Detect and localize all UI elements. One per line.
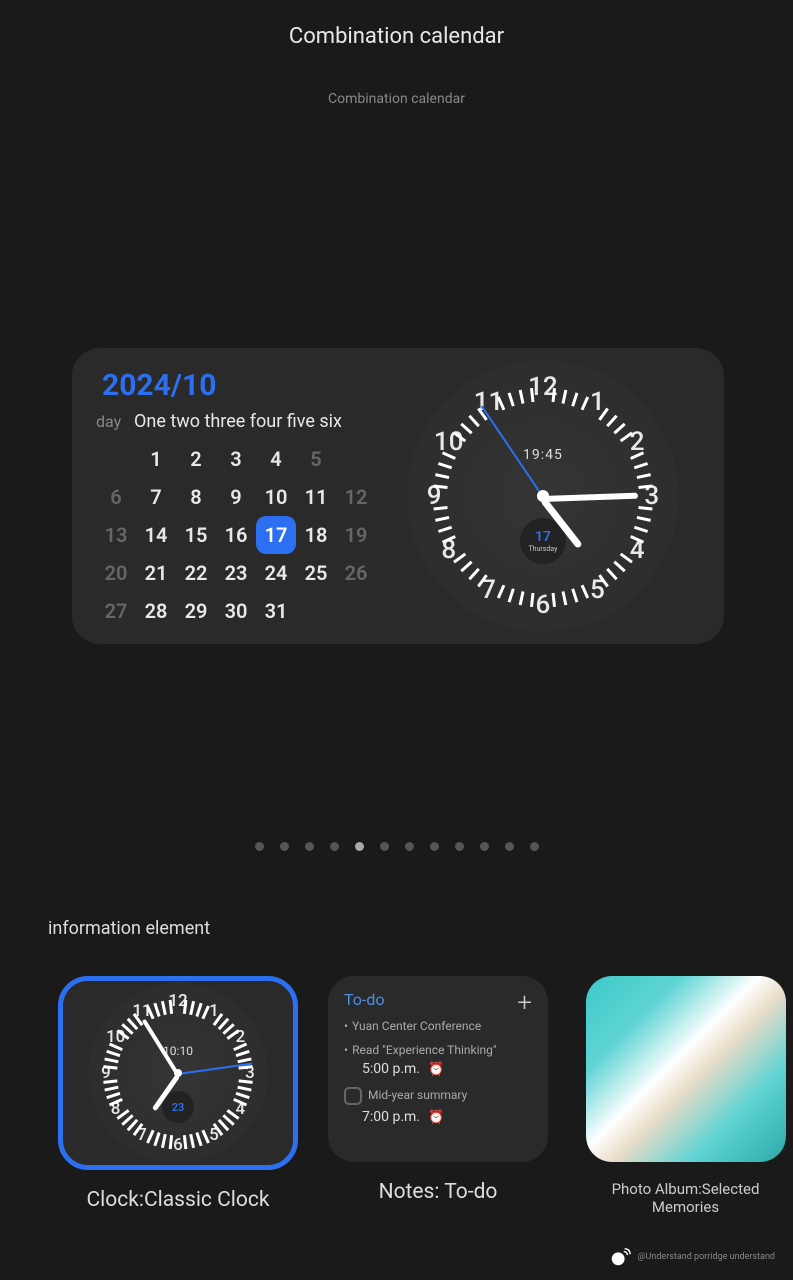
add-icon[interactable]: +	[517, 988, 532, 1018]
calendar-cell[interactable]: 21	[136, 554, 176, 592]
photo-thumb-card[interactable]	[586, 976, 786, 1162]
calendar-cell[interactable]: 12	[336, 478, 376, 516]
calendar-cell[interactable]: 7	[136, 478, 176, 516]
pager-dot[interactable]	[505, 842, 514, 851]
calendar-cell[interactable]: 29	[176, 592, 216, 630]
calendar-cell[interactable]: 17	[256, 516, 296, 554]
todo-item[interactable]: Read "Experience Thinking"	[344, 1043, 532, 1057]
calendar-cell	[96, 440, 136, 478]
notes-thumb-label: Notes: To-do	[379, 1180, 498, 1204]
alarm-icon: ⏰	[428, 1062, 444, 1077]
calendar-cell[interactable]: 14	[136, 516, 176, 554]
day-label: day	[96, 412, 134, 431]
calendar-cell[interactable]: 10	[256, 478, 296, 516]
calendar-grid: 1234567891011121314151617181920212223242…	[96, 440, 386, 630]
todo-time: 5:00 p.m.⏰	[344, 1061, 532, 1077]
calendar-cell[interactable]: 30	[216, 592, 256, 630]
notes-thumb-card[interactable]: To-do + Yuan Center Conference Read "Expe…	[328, 976, 548, 1162]
calendar-cell[interactable]: 16	[216, 516, 256, 554]
clock-thumb-card[interactable]: 10:10 23 123456789101112	[58, 976, 298, 1170]
calendar-cell[interactable]: 28	[136, 592, 176, 630]
calendar-panel: 2024/10 day One two three four five six …	[96, 368, 386, 624]
todo-header: To-do	[344, 990, 532, 1009]
calendar-cell[interactable]: 5	[296, 440, 336, 478]
calendar-cell[interactable]: 4	[256, 440, 296, 478]
calendar-cell	[336, 592, 376, 630]
calendar-cell[interactable]: 31	[256, 592, 296, 630]
calendar-cell[interactable]: 3	[216, 440, 256, 478]
calendar-cell[interactable]: 19	[336, 516, 376, 554]
calendar-cell[interactable]: 25	[296, 554, 336, 592]
pager-dot[interactable]	[430, 842, 439, 851]
todo-list: Yuan Center Conference Read "Experience T…	[344, 1019, 532, 1125]
calendar-cell[interactable]: 18	[296, 516, 336, 554]
pager-dot[interactable]	[330, 842, 339, 851]
calendar-cell[interactable]: 2	[176, 440, 216, 478]
clock-number: 10	[434, 427, 464, 457]
calendar-cell[interactable]: 24	[256, 554, 296, 592]
calendar-cell[interactable]: 26	[336, 554, 376, 592]
calendar-cell[interactable]: 8	[176, 478, 216, 516]
notes-widget-thumb[interactable]: To-do + Yuan Center Conference Read "Expe…	[328, 976, 548, 1216]
widget-thumbnails-row: 10:10 23 123456789101112 Clock:Classic C…	[58, 976, 793, 1216]
pager-dot[interactable]	[255, 842, 264, 851]
calendar-cell[interactable]: 11	[296, 478, 336, 516]
calendar-cell	[336, 440, 376, 478]
calendar-cell[interactable]: 6	[96, 478, 136, 516]
calendar-cell[interactable]: 20	[96, 554, 136, 592]
pager-dot[interactable]	[405, 842, 414, 851]
calendar-cell[interactable]: 23	[216, 554, 256, 592]
pager-dot[interactable]	[380, 842, 389, 851]
photo-widget-thumb[interactable]: Photo Album:Selected Memories	[578, 976, 793, 1216]
pager-dot[interactable]	[305, 842, 314, 851]
pager-dot[interactable]	[480, 842, 489, 851]
alarm-icon: ⏰	[428, 1110, 444, 1125]
calendar-cell[interactable]: 9	[216, 478, 256, 516]
weibo-icon	[609, 1246, 631, 1268]
calendar-cell	[296, 592, 336, 630]
todo-time: 7:00 p.m.⏰	[344, 1109, 532, 1125]
photo-thumb-label: Photo Album:Selected Memories	[578, 1180, 793, 1216]
todo-item[interactable]: Yuan Center Conference	[344, 1019, 532, 1033]
mini-analog-clock: 10:10 23 123456789101112	[88, 983, 268, 1163]
page-subtitle: Combination calendar	[0, 91, 793, 107]
calendar-cell[interactable]: 13	[96, 516, 136, 554]
calendar-cell[interactable]: 15	[176, 516, 216, 554]
clock-number: 6	[173, 1135, 183, 1155]
clock-number: 6	[536, 590, 551, 620]
checkbox-icon[interactable]	[344, 1087, 362, 1105]
weekday-header: One two three four five six	[134, 411, 342, 432]
page-indicator[interactable]	[255, 842, 539, 851]
watermark: @Understand porridge understand	[609, 1246, 775, 1268]
page-title: Combination calendar	[0, 0, 793, 49]
pager-dot[interactable]	[355, 842, 364, 851]
analog-clock-face: 19:45 17 Thursday 123456789101112	[407, 360, 679, 632]
calendar-cell[interactable]: 22	[176, 554, 216, 592]
clock-panel: 19:45 17 Thursday 123456789101112	[386, 368, 700, 624]
clock-widget-thumb[interactable]: 10:10 23 123456789101112 Clock:Classic C…	[58, 976, 298, 1216]
combo-calendar-widget[interactable]: 2024/10 day One two three four five six …	[72, 348, 724, 644]
watermark-text: @Understand porridge understand	[637, 1252, 775, 1262]
clock-thumb-label: Clock:Classic Clock	[86, 1188, 269, 1212]
year-month-label: 2024/10	[96, 368, 386, 403]
section-header: information element	[48, 918, 210, 939]
pager-dot[interactable]	[280, 842, 289, 851]
todo-item[interactable]: Mid-year summary	[344, 1087, 532, 1105]
calendar-cell[interactable]: 1	[136, 440, 176, 478]
calendar-cell[interactable]: 27	[96, 592, 136, 630]
pager-dot[interactable]	[455, 842, 464, 851]
pager-dot[interactable]	[530, 842, 539, 851]
